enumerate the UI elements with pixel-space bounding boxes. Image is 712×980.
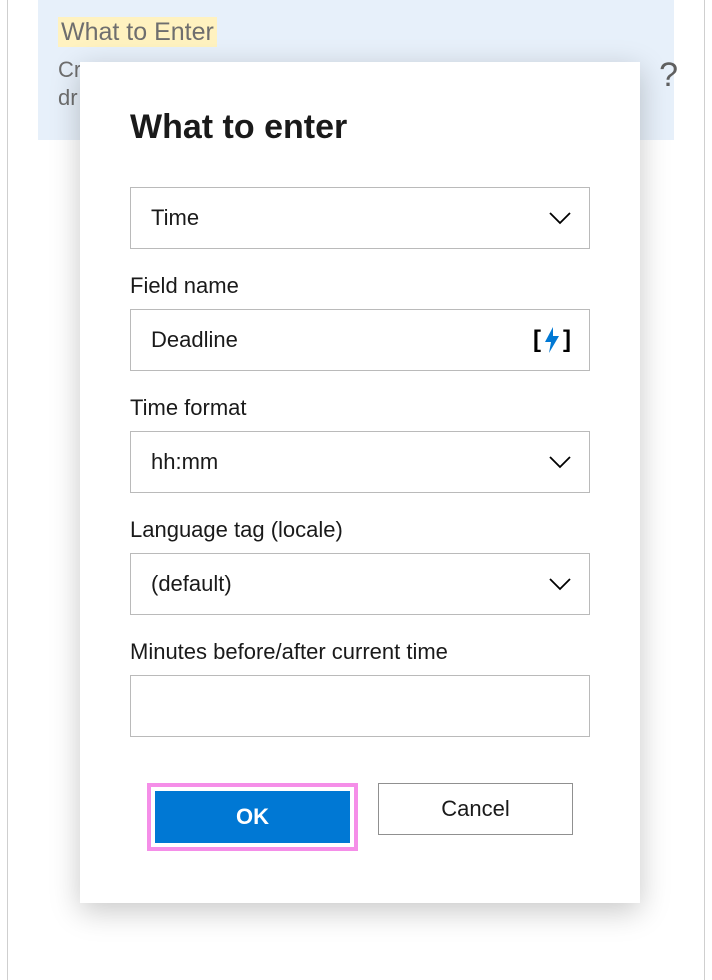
type-group: Time xyxy=(130,187,590,249)
right-panel-border xyxy=(704,0,705,980)
field-name-input[interactable]: Deadline [ ] xyxy=(130,309,590,371)
chevron-down-icon xyxy=(549,207,571,229)
time-format-select[interactable]: hh:mm xyxy=(130,431,590,493)
minutes-offset-group: Minutes before/after current time xyxy=(130,639,590,737)
locale-select[interactable]: (default) xyxy=(130,553,590,615)
what-to-enter-dialog: What to enter Time Field name Deadline [… xyxy=(80,62,640,903)
time-format-group: Time format hh:mm xyxy=(130,395,590,493)
minutes-offset-label: Minutes before/after current time xyxy=(130,639,590,665)
field-name-group: Field name Deadline [ ] xyxy=(130,273,590,371)
ok-highlight-frame: OK xyxy=(147,783,358,851)
chevron-down-icon xyxy=(549,451,571,473)
time-format-label: Time format xyxy=(130,395,590,421)
locale-value: (default) xyxy=(151,571,549,597)
ok-button[interactable]: OK xyxy=(155,791,350,843)
field-name-label: Field name xyxy=(130,273,590,299)
dialog-title: What to enter xyxy=(130,108,590,147)
type-select[interactable]: Time xyxy=(130,187,590,249)
variable-bolt-icon[interactable]: [ ] xyxy=(533,325,571,355)
left-panel-border xyxy=(7,0,8,980)
help-icon[interactable]: ? xyxy=(659,56,678,95)
time-format-value: hh:mm xyxy=(151,449,549,475)
field-name-value: Deadline xyxy=(151,327,533,353)
dialog-buttons: OK Cancel xyxy=(130,783,590,851)
locale-group: Language tag (locale) (default) xyxy=(130,517,590,615)
background-highlighted-title: What to Enter xyxy=(58,17,217,47)
locale-label: Language tag (locale) xyxy=(130,517,590,543)
type-select-value: Time xyxy=(151,205,549,231)
chevron-down-icon xyxy=(549,573,571,595)
cancel-button[interactable]: Cancel xyxy=(378,783,573,835)
minutes-offset-input[interactable] xyxy=(130,675,590,737)
